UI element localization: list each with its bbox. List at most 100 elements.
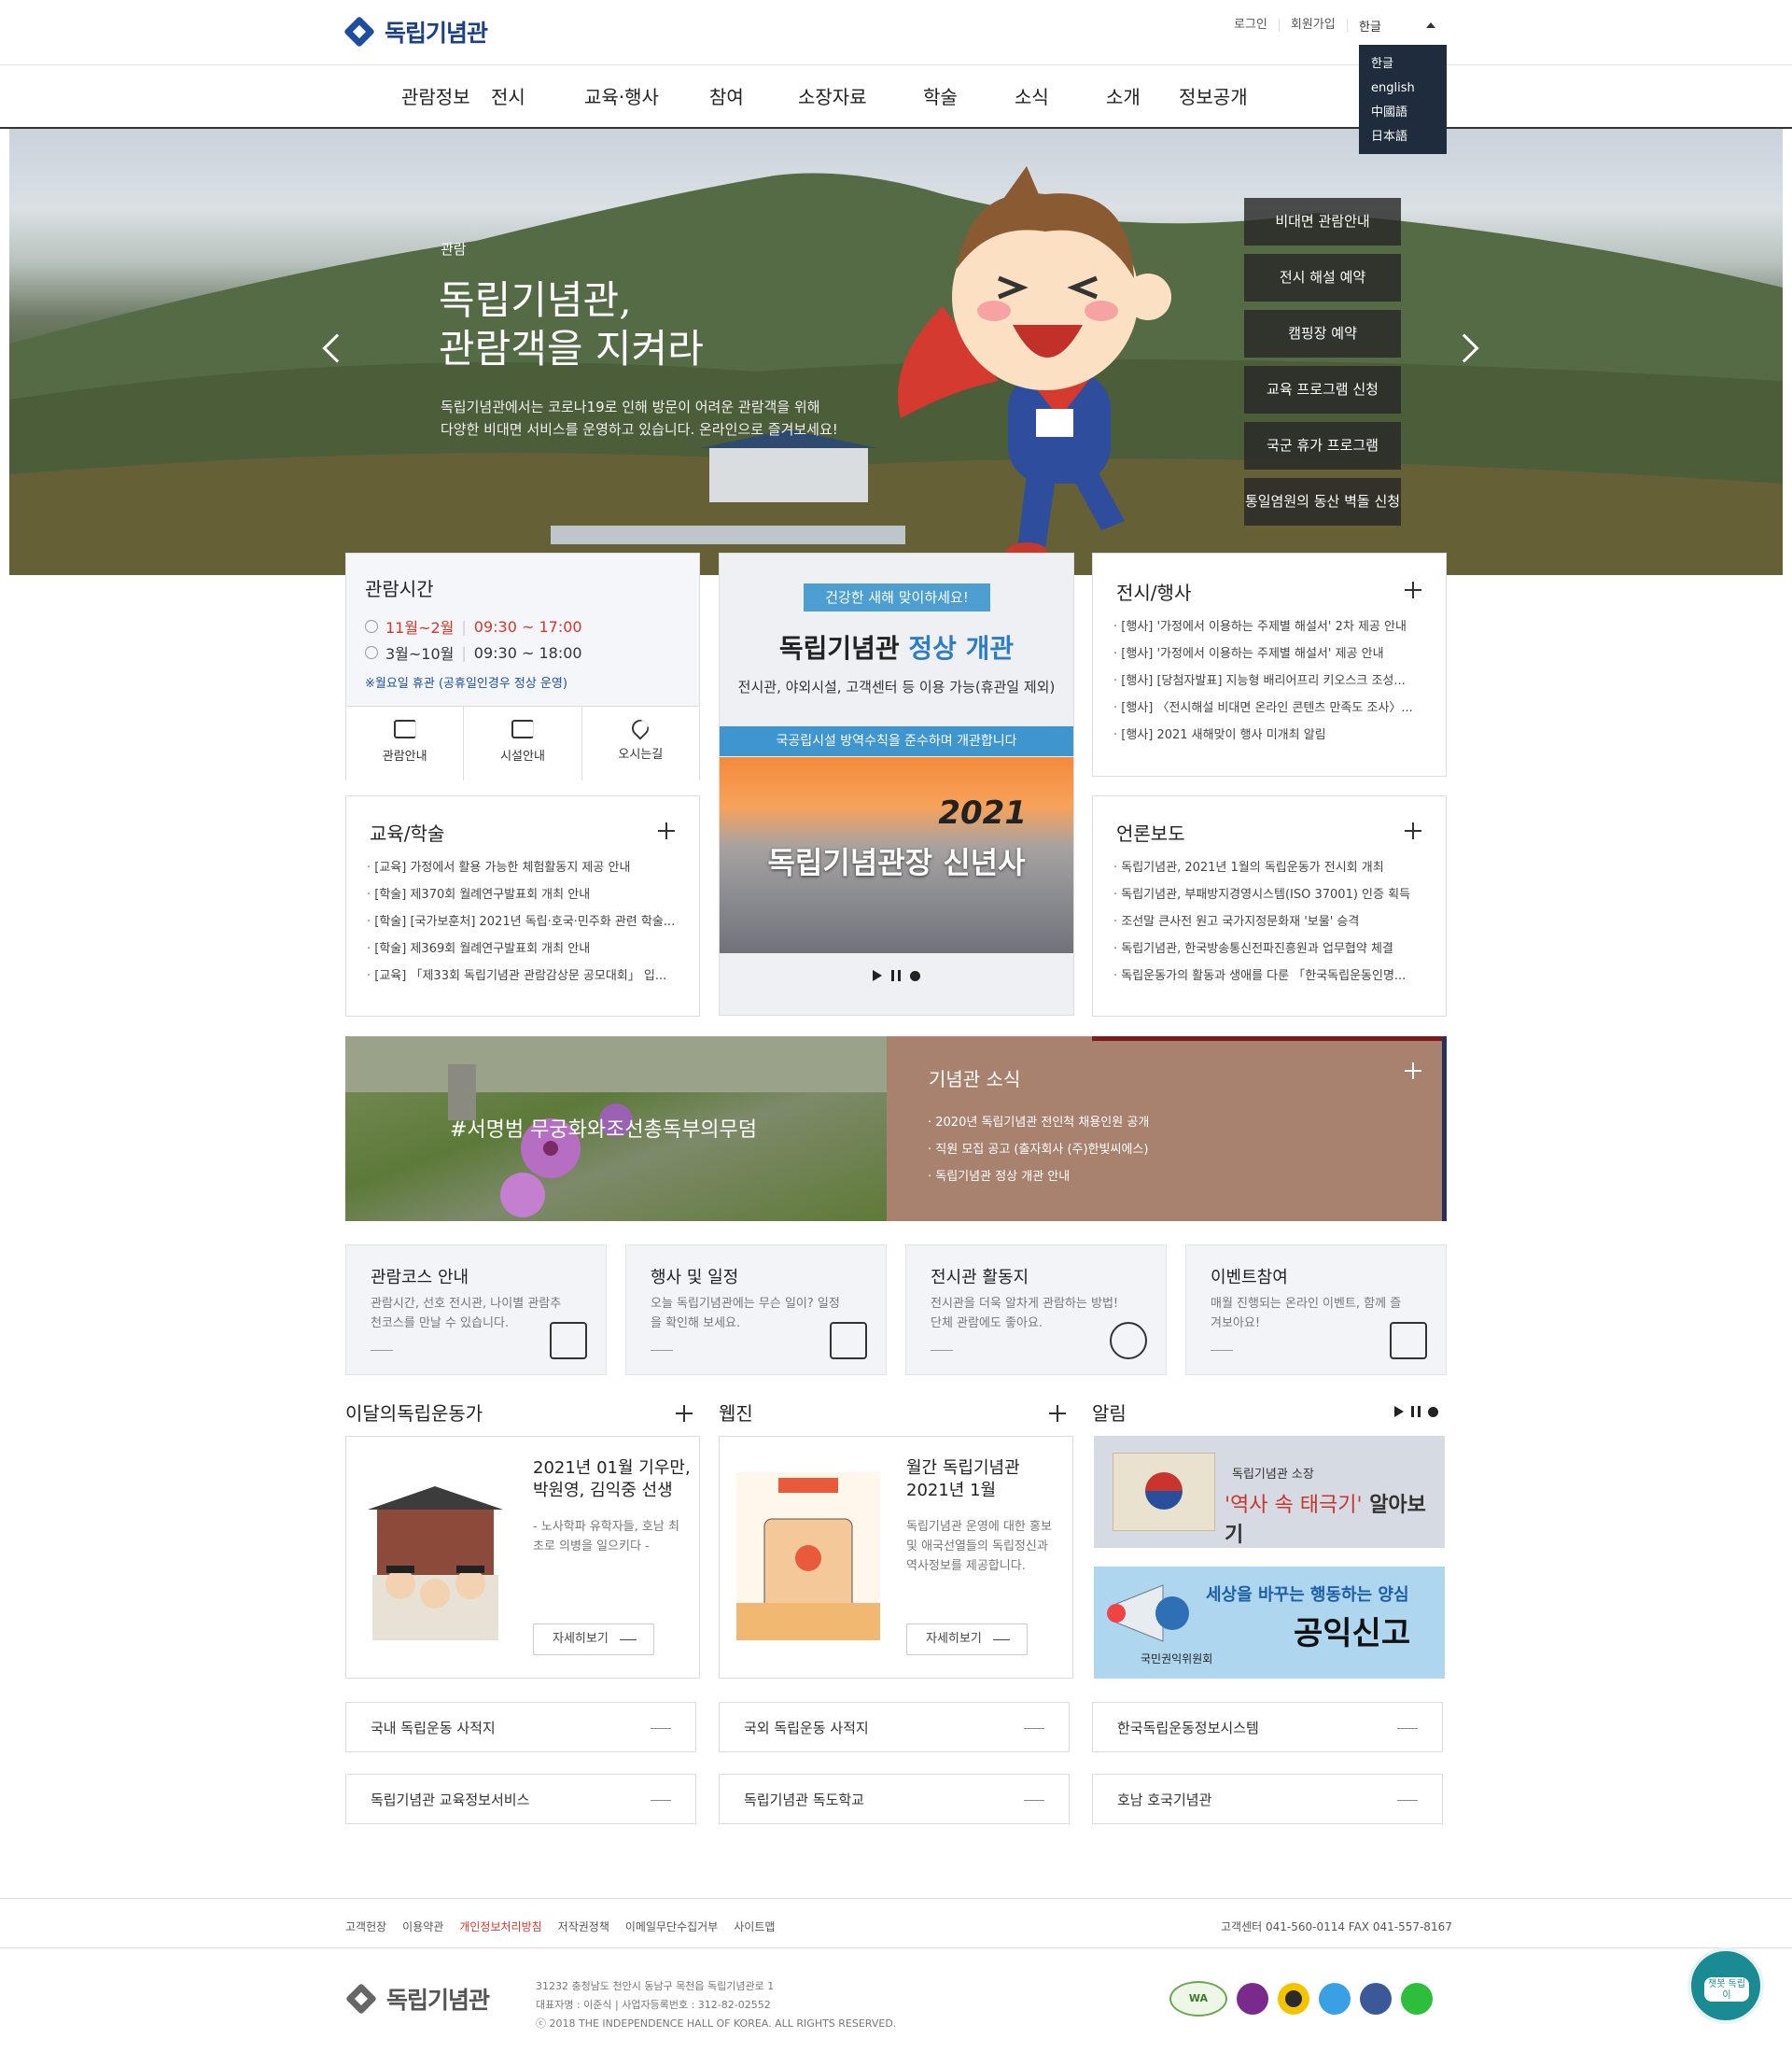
quick-link[interactable]: 전시 해설 예약 (1244, 254, 1401, 302)
nav-item[interactable]: 참여 (709, 82, 798, 109)
banner-accent: '역사 속 태극기' (1225, 1494, 1363, 1517)
nav-item[interactable]: 정보공개 (1179, 82, 1281, 109)
kakaostory-icon[interactable] (1278, 1983, 1309, 2015)
quick-link[interactable]: 캠핑장 예약 (1244, 310, 1401, 358)
taegukgi-banner[interactable]: 독립기념관 소장 '역사 속 태극기' 알아보기 (1094, 1436, 1445, 1548)
lang-option-ko[interactable]: 한글 (1371, 52, 1447, 77)
detail-button[interactable]: 자세히보기 (533, 1623, 654, 1655)
exhibition-news-card: 전시/행사 [행사] '가정에서 이용하는 주제별 해설서' 2차 제공 안내 … (1092, 553, 1447, 777)
signup-link[interactable]: 회원가입 (1280, 19, 1348, 32)
photo-banner[interactable]: #서명범 무궁화와조선총독부의무덤 (345, 1036, 887, 1221)
detail-button[interactable]: 자세히보기 (906, 1623, 1028, 1655)
list-item[interactable]: [학술] 제370회 월례연구발표회 개최 안내 (367, 881, 684, 908)
facebook-icon[interactable] (1360, 1983, 1392, 2015)
nav-item[interactable]: 소장자료 (798, 82, 923, 109)
list-item[interactable]: 독립기념관, 부패방지경영시스템(ISO 37001) 인증 획득 (1113, 881, 1431, 908)
lang-option-ja[interactable]: 日本語 (1371, 125, 1447, 149)
login-link[interactable]: 로그인 (1223, 19, 1280, 32)
quick-link[interactable]: 교육 프로그램 신청 (1244, 366, 1401, 414)
popup-zone[interactable]: 건강한 새해 맞이하세요! 독립기념관 정상 개관 전시관, 야외시설, 고객센… (719, 553, 1074, 1016)
footer-link[interactable]: 저작권정책 (558, 1918, 609, 1934)
card-title: 기념관 소식 (929, 1068, 1021, 1090)
visit-guide-link[interactable]: 관람안내 (346, 707, 465, 780)
list-item[interactable]: 독립운동가의 활동과 생애를 다룬 「한국독립운동인명... (1113, 963, 1431, 990)
play-icon[interactable] (1394, 1406, 1404, 1417)
list-item[interactable]: [행사] [당첨자발표] 지능형 배리어프리 키오스크 조성... (1113, 668, 1431, 695)
list-item[interactable]: 독립기념관, 2021년 1월의 독립운동가 전시회 개최 (1113, 854, 1431, 881)
feature-title: 월간 독립기념관 2021년 1월 (906, 1458, 1020, 1500)
hero-slider: 관람 독립기념관, 관람객을 지켜라 독립기념관에서는 코로나19로 인해 방문… (9, 129, 1783, 575)
instagram-icon[interactable] (1237, 1983, 1268, 2015)
list-item[interactable]: [교육] 「제33회 독립기념관 관람감상문 공모대회」 입... (367, 963, 684, 990)
pause-icon[interactable] (1411, 1406, 1421, 1417)
lang-option-zh[interactable]: 中國語 (1371, 101, 1447, 125)
slide-dot[interactable] (1428, 1406, 1438, 1417)
nav-item[interactable]: 소식 (1015, 82, 1106, 109)
footer-link[interactable]: 이메일무단수집거부 (625, 1918, 718, 1934)
service-box-events[interactable]: 행사 및 일정 오늘 독립기념관에는 무슨 일이? 일정을 확인해 보세요. (625, 1244, 887, 1375)
pause-icon[interactable] (891, 970, 901, 981)
service-box-course[interactable]: 관람코스 안내 관람시간, 선호 전시관, 나이별 관람추천코스를 만날 수 있… (345, 1244, 607, 1375)
list-item[interactable]: [행사] '가정에서 이용하는 주제별 해설서' 2차 제공 안내 (1113, 613, 1431, 640)
more-plus-icon[interactable] (676, 1405, 693, 1422)
blog-icon[interactable] (1401, 1983, 1433, 2015)
list-item[interactable]: 독립기념관, 한국방송통신전파진흥원과 업무협약 체결 (1113, 935, 1431, 963)
facility-guide-link[interactable]: 시설안내 (464, 707, 582, 780)
list-item[interactable]: [교육] 가정에서 활용 가능한 체험활동지 제공 안내 (367, 854, 684, 881)
list-item[interactable]: [학술] 제369회 월례연구발표회 개최 안내 (367, 935, 684, 963)
link-domestic-sites[interactable]: 국내 독립운동 사적지 (345, 1702, 696, 1752)
link-info-system[interactable]: 한국독립운동정보시스템 (1092, 1702, 1443, 1752)
nav-item[interactable]: 전시 (491, 82, 584, 109)
card-title: 교육/학술 (370, 822, 445, 845)
utility-menu: 로그인 회원가입 (1223, 19, 1348, 32)
lang-option-en[interactable]: english (1371, 77, 1447, 101)
service-box-activity[interactable]: 전시관 활동지 전시관을 더욱 알차게 관람하는 방법! 단체 관람에도 좋아요… (905, 1244, 1167, 1375)
language-select[interactable]: 한글 (1359, 17, 1410, 35)
slide-dot[interactable] (910, 970, 920, 981)
twitter-icon[interactable] (1319, 1983, 1351, 2015)
link-honam-memorial[interactable]: 호남 호국기념관 (1092, 1774, 1443, 1824)
list-item[interactable]: 조선말 큰사전 원고 국가지정문화재 '보물' 승격 (1113, 908, 1431, 935)
footer-link[interactable]: 이용약관 (402, 1918, 443, 1934)
list-item[interactable]: 독립기념관 정상 개관 안내 (928, 1163, 1149, 1190)
footer-link[interactable]: 사이트맵 (734, 1918, 775, 1934)
list-item[interactable]: 직원 모집 공고 (출자회사 (주)한빛씨에스) (928, 1136, 1149, 1163)
footer-link-privacy[interactable]: 개인정보처리방침 (459, 1918, 541, 1934)
nav-item[interactable]: 소개 (1106, 82, 1179, 109)
more-plus-icon[interactable] (658, 822, 675, 839)
nav-item[interactable]: 교육·행사 (584, 82, 709, 109)
nav-item[interactable]: 관람정보 (401, 82, 491, 109)
link-dokdo-school[interactable]: 독립기념관 독도학교 (719, 1774, 1070, 1824)
card-title: 언론보도 (1116, 822, 1185, 845)
list-item[interactable]: [행사] 2021 새해맞이 행사 미개최 알림 (1113, 722, 1431, 749)
chatbot-button[interactable]: 챗봇 독립이 (1687, 1947, 1764, 2024)
caret-up-icon[interactable] (1426, 22, 1435, 28)
popup-strip: 국공립시설 방역수칙을 준수하며 개관합니다 (720, 726, 1073, 756)
list-item[interactable]: [행사] 〈전시해설 비대면 온라인 콘텐츠 만족도 조사〉... (1113, 695, 1431, 722)
hours-period: 11월~2월 (385, 619, 455, 637)
link-overseas-sites[interactable]: 국외 독립운동 사적지 (719, 1702, 1070, 1752)
more-plus-icon[interactable] (1405, 1062, 1421, 1079)
more-plus-icon[interactable] (1049, 1405, 1066, 1422)
link-edu-service[interactable]: 독립기념관 교육정보서비스 (345, 1774, 696, 1824)
service-box-event-entry[interactable]: 이벤트참여 매월 진행되는 온라인 이벤트, 함께 즐겨보아요! (1185, 1244, 1447, 1375)
quick-link[interactable]: 국군 휴가 프로그램 (1244, 422, 1401, 470)
list-item[interactable]: [학술] [국가보훈처] 2021년 독립·호국·민주화 관련 학술... (367, 908, 684, 935)
play-icon[interactable] (873, 970, 882, 981)
service-title: 관람코스 안내 (371, 1268, 469, 1287)
quick-link[interactable]: 비대면 관람안내 (1244, 198, 1401, 246)
nav-item[interactable]: 학술 (923, 82, 1015, 109)
footer-address: 31232 충청남도 천안시 동남구 목천읍 독립기념관로 1 대표자명 : 이… (536, 1977, 896, 2033)
site-logo[interactable]: 독립기념관 (343, 15, 488, 49)
public-interest-report-banner[interactable]: 세상을 바꾸는 행동하는 양심 공익신고 국민권익위원회 (1094, 1567, 1445, 1679)
list-item[interactable]: 2020년 독립기념관 전인척 채용인원 공개 (928, 1109, 1149, 1136)
new-year-image[interactable]: 2021 독립기념관장 신년사 (720, 757, 1073, 953)
more-plus-icon[interactable] (1405, 582, 1421, 598)
directions-link[interactable]: 오시는길 (582, 707, 699, 780)
footer-link[interactable]: 고객헌장 (345, 1918, 386, 1934)
quick-link[interactable]: 통일염원의 동산 벽돌 신청 (1244, 478, 1401, 526)
list-item[interactable]: [행사] '가정에서 이용하는 주제별 해설서' 제공 안내 (1113, 640, 1431, 668)
quick-menu: 비대면 관람안내 전시 해설 예약 캠핑장 예약 교육 프로그램 신청 국군 휴… (1244, 198, 1401, 534)
building-icon (511, 720, 534, 738)
more-plus-icon[interactable] (1405, 822, 1421, 839)
